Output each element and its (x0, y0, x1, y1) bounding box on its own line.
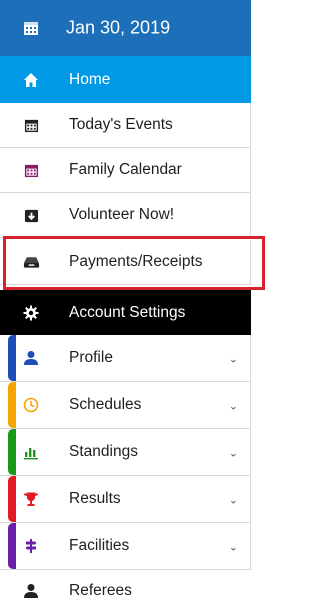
menu-item-home[interactable]: Home (0, 56, 251, 103)
events-calendar-icon (22, 116, 40, 134)
menu-item-referees[interactable]: Referees (0, 570, 251, 611)
date-header[interactable]: Jan 30, 2019 (0, 0, 251, 56)
download-box-icon (22, 206, 40, 224)
current-date: Jan 30, 2019 (66, 17, 171, 38)
menu-item-payments-receipts[interactable]: Payments/Receipts (0, 240, 251, 285)
schedules-accent-bar (8, 382, 16, 428)
trophy-icon (22, 490, 40, 508)
menu-item-label: Home (69, 70, 111, 88)
family-calendar-icon (22, 161, 40, 179)
menu-item-label: Results (69, 490, 121, 507)
sidebar-menu: Jan 30, 2019 Home Today's Events Family … (0, 0, 267, 611)
menu-item-profile[interactable]: Profile ⌄ (0, 335, 251, 382)
menu-item-standings[interactable]: Standings ⌄ (0, 429, 251, 476)
menu-item-label: Schedules (69, 396, 142, 413)
menu-item-results[interactable]: Results ⌄ (0, 476, 251, 523)
menu-item-label: Today's Events (69, 116, 173, 133)
signpost-icon (22, 537, 40, 555)
standings-accent-bar (8, 429, 16, 475)
menu-item-schedules[interactable]: Schedules ⌄ (0, 382, 251, 429)
gear-icon (22, 304, 40, 322)
menu-item-label: Standings (69, 443, 138, 460)
user-icon (22, 582, 40, 600)
menu-item-label: Account Settings (69, 303, 186, 321)
menu-item-label: Facilities (69, 537, 130, 554)
chevron-down-icon[interactable]: ⌄ (229, 446, 238, 459)
menu-item-label: Volunteer Now! (69, 206, 175, 223)
chevron-down-icon[interactable]: ⌄ (229, 399, 238, 412)
calendar-icon (22, 19, 40, 37)
facilities-accent-bar (8, 523, 16, 569)
menu-item-todays-events[interactable]: Today's Events (0, 103, 251, 148)
menu-item-facilities[interactable]: Facilities ⌄ (0, 523, 251, 570)
chevron-down-icon[interactable]: ⌄ (229, 493, 238, 506)
menu-item-label: Payments/Receipts (69, 253, 203, 270)
menu-item-label: Referees (69, 581, 132, 599)
clock-icon (22, 396, 40, 414)
profile-accent-bar (8, 335, 16, 381)
menu-item-family-calendar[interactable]: Family Calendar (0, 148, 251, 193)
chevron-down-icon[interactable]: ⌄ (229, 352, 238, 365)
menu-item-account-settings[interactable]: Account Settings (0, 290, 251, 335)
chevron-down-icon[interactable]: ⌄ (229, 540, 238, 553)
results-accent-bar (8, 476, 16, 522)
user-icon (22, 349, 40, 367)
drawer-icon (22, 253, 40, 271)
home-icon (22, 71, 40, 89)
bar-chart-icon (22, 443, 40, 461)
menu-item-label: Family Calendar (69, 161, 182, 178)
menu-item-volunteer-now[interactable]: Volunteer Now! (0, 193, 251, 238)
menu-item-label: Profile (69, 349, 113, 366)
